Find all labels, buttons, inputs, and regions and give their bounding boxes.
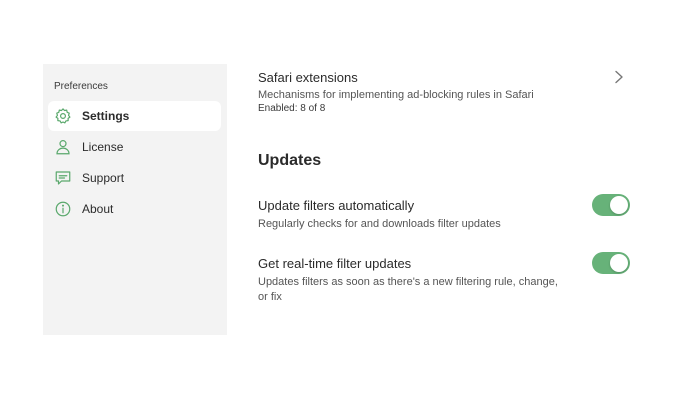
sidebar-item-label: Settings	[82, 109, 130, 123]
toggle-knob	[610, 196, 628, 214]
preferences-window: Preferences Settings License Support Abo…	[0, 0, 700, 400]
setting-row-realtime-updates: Get real-time filter updates Updates fil…	[258, 252, 630, 305]
sidebar-item-license[interactable]: License	[48, 132, 221, 162]
toggle-knob	[610, 254, 628, 272]
sidebar-item-label: About	[82, 202, 114, 216]
sidebar: Preferences Settings License Support Abo…	[43, 64, 227, 335]
safari-extensions-title: Safari extensions	[258, 70, 358, 85]
realtime-updates-toggle[interactable]	[592, 252, 630, 274]
chevron-right-icon	[613, 70, 625, 84]
gear-icon	[54, 107, 72, 125]
chat-icon	[54, 169, 72, 187]
sidebar-item-about[interactable]: About	[48, 194, 221, 224]
setting-description: Updates filters as soon as there's a new…	[258, 276, 558, 303]
info-icon	[54, 200, 72, 218]
setting-row-auto-update: Update filters automatically Regularly c…	[258, 194, 630, 232]
safari-extensions-description: Mechanisms for implementing ad-blocking …	[258, 89, 534, 101]
sidebar-item-label: Support	[82, 171, 125, 185]
setting-description: Regularly checks for and downloads filte…	[258, 218, 501, 230]
sidebar-item-support[interactable]: Support	[48, 163, 221, 193]
section-title-updates: Updates	[258, 152, 322, 169]
person-icon	[54, 138, 72, 156]
auto-update-toggle[interactable]	[592, 194, 630, 216]
safari-extensions-row[interactable]: Safari extensions Mechanisms for impleme…	[258, 64, 628, 124]
setting-title: Get real-time filter updates	[258, 256, 412, 271]
sidebar-header: Preferences	[54, 81, 108, 92]
safari-extensions-status: Enabled: 8 of 8	[258, 103, 326, 114]
sidebar-item-settings[interactable]: Settings	[48, 101, 221, 131]
sidebar-item-label: License	[82, 140, 124, 154]
setting-title: Update filters automatically	[258, 198, 415, 213]
